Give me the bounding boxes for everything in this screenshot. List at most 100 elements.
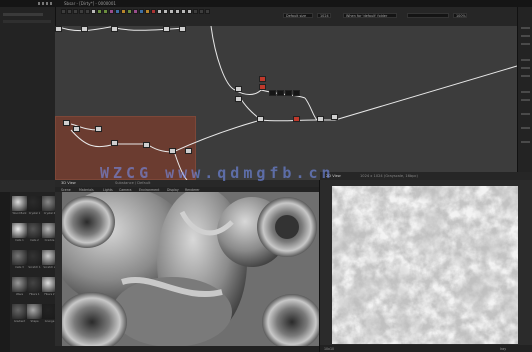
- 3d-view[interactable]: 3D View Substance / Default Scene Materi…: [55, 180, 320, 352]
- graph-node[interactable]: [163, 26, 170, 32]
- 2d-view-scale: 10x10: [324, 346, 334, 351]
- node-graph[interactable]: [55, 26, 517, 180]
- library-thumbnail[interactable]: [12, 250, 27, 265]
- 3d-viewport[interactable]: [62, 192, 319, 346]
- param-row[interactable]: [521, 141, 530, 143]
- output-node[interactable]: [293, 90, 300, 96]
- output-node[interactable]: [259, 84, 266, 90]
- library-thumbnail[interactable]: [27, 223, 42, 238]
- blend-node-icon[interactable]: [103, 9, 108, 14]
- graph-node[interactable]: [317, 116, 324, 122]
- 2d-view-renderer[interactable]: Iray: [500, 347, 506, 351]
- param-row[interactable]: [521, 67, 530, 69]
- uniform-node-icon[interactable]: [157, 9, 162, 14]
- open-icon[interactable]: [67, 9, 72, 14]
- param-row[interactable]: [521, 59, 530, 61]
- title-bar: Sbsar - [Dirty*] - 0000001: [0, 0, 532, 7]
- graph-node[interactable]: [235, 96, 242, 102]
- library-thumbnail[interactable]: [27, 196, 42, 211]
- output-path-field[interactable]: [407, 13, 449, 18]
- blur-node-icon[interactable]: [115, 9, 120, 14]
- param-row[interactable]: [521, 113, 530, 115]
- pixel-processor-icon[interactable]: [187, 9, 192, 14]
- menu-scene[interactable]: Scene: [61, 188, 71, 192]
- window-title: Sbsar - [Dirty*] - 0000001: [64, 1, 116, 6]
- library-thumbnail-label: Scratch 1: [28, 266, 41, 269]
- redo-icon[interactable]: [85, 9, 90, 14]
- output-node[interactable]: [285, 90, 292, 96]
- svg-node-icon[interactable]: [175, 9, 180, 14]
- fxmap-node-icon[interactable]: [181, 9, 186, 14]
- normal-node-icon[interactable]: [127, 9, 132, 14]
- menu-camera[interactable]: Camera: [119, 188, 132, 192]
- menu-renderer[interactable]: Renderer: [185, 188, 200, 192]
- param-row[interactable]: [521, 27, 530, 29]
- param-row[interactable]: [521, 127, 530, 129]
- menu-lights[interactable]: Lights: [103, 188, 113, 192]
- output-node[interactable]: [259, 76, 266, 82]
- menu-dots[interactable]: [38, 2, 52, 5]
- output-node[interactable]: [269, 90, 276, 96]
- watermark-text: WZCG www.qdmgfb.cn: [100, 164, 335, 182]
- undo-icon[interactable]: [79, 9, 84, 14]
- 2d-view-footer: 10x10 Iray: [320, 345, 532, 352]
- graph-node[interactable]: [95, 126, 102, 132]
- gradient-node-icon[interactable]: [121, 9, 126, 14]
- library-thumbnail[interactable]: [12, 277, 27, 292]
- graph-node[interactable]: [169, 148, 176, 154]
- library-thumbnail[interactable]: [27, 304, 42, 319]
- param-row[interactable]: [521, 99, 530, 101]
- selected-node[interactable]: [293, 116, 300, 122]
- transform-node-icon[interactable]: [139, 9, 144, 14]
- param-row[interactable]: [521, 35, 530, 37]
- atomic-node-icon[interactable]: [97, 9, 102, 14]
- settings-icon[interactable]: [205, 9, 210, 14]
- library-thumbnail[interactable]: [27, 277, 42, 292]
- frame-icon[interactable]: [91, 9, 96, 14]
- param-row[interactable]: [521, 43, 530, 45]
- graph-node[interactable]: [331, 114, 338, 120]
- menu-environment[interactable]: Environment: [139, 188, 159, 192]
- menu-display[interactable]: Display: [167, 188, 179, 192]
- texture-preview[interactable]: [332, 186, 518, 344]
- bitmap-node-icon[interactable]: [169, 9, 174, 14]
- graph-view-icon[interactable]: [193, 9, 198, 14]
- graph-node[interactable]: [111, 140, 118, 146]
- menu-materials[interactable]: Materials: [79, 188, 94, 192]
- explorer-row[interactable]: [3, 13, 43, 16]
- graph-node[interactable]: [73, 126, 80, 132]
- output-folder-select[interactable]: When for 'default' folder: [343, 13, 397, 18]
- 3d-view-title: 3D View: [61, 181, 76, 185]
- resolution-select[interactable]: 1024: [317, 13, 331, 18]
- param-row[interactable]: [521, 75, 530, 77]
- library-thumbnail-label: Cells 2: [30, 239, 39, 242]
- graph-node[interactable]: [257, 116, 264, 122]
- output-node-icon[interactable]: [151, 9, 156, 14]
- graph-node[interactable]: [143, 142, 150, 148]
- graph-node[interactable]: [55, 26, 62, 32]
- hide-icon[interactable]: [199, 9, 204, 14]
- curve-node-icon[interactable]: [133, 9, 138, 14]
- library-thumbnail[interactable]: [27, 250, 42, 265]
- graph-node[interactable]: [111, 26, 118, 32]
- library-thumbnail[interactable]: [12, 304, 27, 319]
- warp-node-icon[interactable]: [145, 9, 150, 14]
- graph-node[interactable]: [63, 120, 70, 126]
- graph-node[interactable]: [81, 26, 88, 32]
- zoom-field[interactable]: 100%: [453, 13, 467, 18]
- 3d-view-footer: [55, 346, 319, 352]
- library-categories[interactable]: [0, 192, 10, 352]
- save-icon[interactable]: [73, 9, 78, 14]
- 2d-view[interactable]: 2D View 1024 x 1024 (Grayscale, 16bpc) 1…: [320, 172, 532, 352]
- param-row[interactable]: [521, 91, 530, 93]
- explorer-row[interactable]: [3, 20, 51, 23]
- new-icon[interactable]: [61, 9, 66, 14]
- output-node[interactable]: [277, 90, 284, 96]
- graph-node[interactable]: [185, 148, 192, 154]
- text-node-icon[interactable]: [163, 9, 168, 14]
- graph-node[interactable]: [179, 26, 186, 32]
- library-thumbnail[interactable]: [12, 223, 27, 238]
- library-thumbnail[interactable]: [12, 196, 27, 211]
- graph-node[interactable]: [235, 86, 242, 92]
- levels-node-icon[interactable]: [109, 9, 114, 14]
